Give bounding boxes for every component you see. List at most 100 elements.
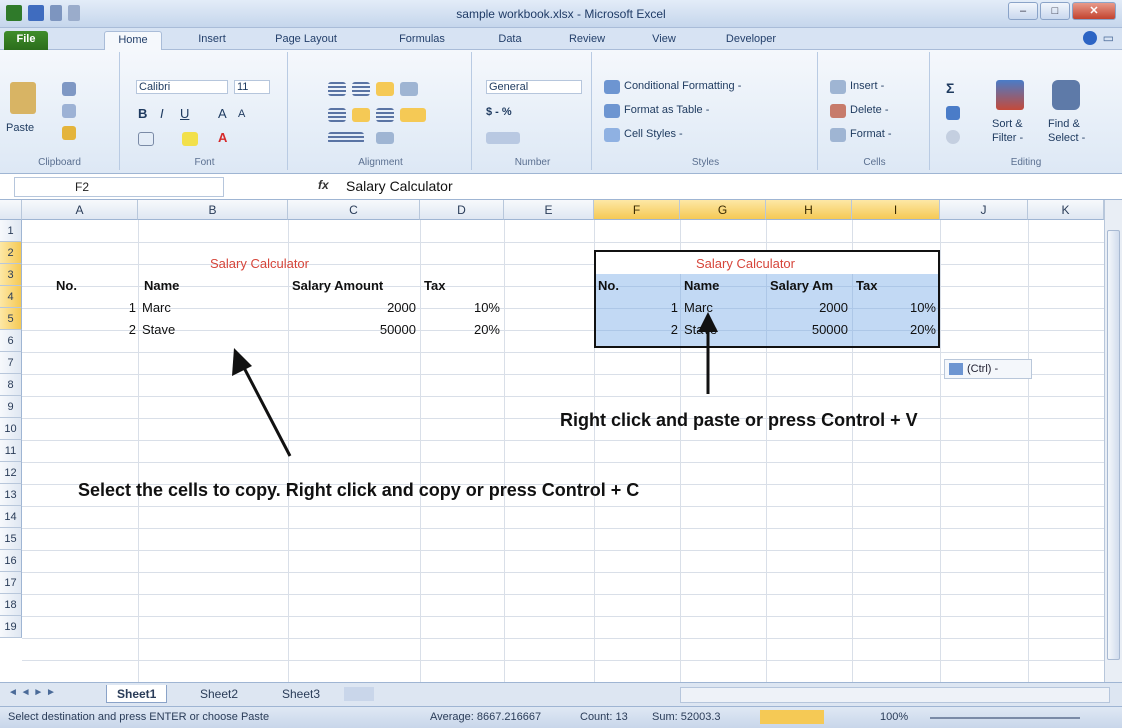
row-header[interactable]: 14 (0, 506, 22, 528)
view-buttons-icon[interactable] (760, 710, 824, 724)
decimal-icon[interactable] (486, 132, 520, 144)
column-header[interactable]: B (138, 200, 288, 220)
vertical-scrollbar[interactable] (1104, 200, 1122, 682)
tab-data[interactable]: Data (492, 31, 528, 50)
sheet-tab[interactable]: Sheet1 (106, 685, 168, 703)
orientation-icon[interactable] (400, 82, 418, 96)
tab-file[interactable]: File (4, 31, 48, 50)
name-box[interactable]: F2 (14, 177, 224, 197)
format-as-table-button[interactable]: Format as Table - (624, 104, 709, 116)
select-all-corner[interactable] (0, 200, 22, 220)
paste-options-button[interactable]: (Ctrl) - (944, 359, 1032, 379)
sheet-tab[interactable]: Sheet3 (272, 685, 330, 703)
insert-button[interactable]: Insert - (850, 80, 884, 92)
row-header[interactable]: 7 (0, 352, 22, 374)
row-header[interactable]: 3 (0, 264, 22, 286)
tab-insert[interactable]: Insert (190, 31, 234, 50)
sheet-tab[interactable]: Sheet2 (190, 685, 248, 703)
column-header[interactable]: C (288, 200, 420, 220)
row-header[interactable]: 6 (0, 330, 22, 352)
tab-view[interactable]: View (644, 31, 684, 50)
column-header[interactable]: I (852, 200, 940, 220)
scroll-thumb[interactable] (1107, 230, 1120, 660)
find-label[interactable]: Find & (1048, 118, 1080, 130)
zoom-slider[interactable] (930, 717, 1080, 719)
binoculars-icon[interactable] (1052, 80, 1080, 110)
row-header[interactable]: 17 (0, 572, 22, 594)
tab-page-layout[interactable]: Page Layout (268, 31, 344, 50)
row-header[interactable]: 5 (0, 308, 22, 330)
clear-icon[interactable] (946, 130, 960, 144)
row-header[interactable]: 8 (0, 374, 22, 396)
italic-icon[interactable]: I (160, 106, 164, 121)
close-icon[interactable]: ✕ (1072, 2, 1116, 20)
wrap-text-icon[interactable] (376, 132, 394, 144)
indent-icon[interactable] (328, 132, 364, 144)
row-header[interactable]: 19 (0, 616, 22, 638)
align-center-icon[interactable] (352, 108, 370, 122)
borders-icon[interactable] (138, 132, 154, 146)
bold-icon[interactable]: B (138, 106, 147, 121)
formula-input[interactable]: Salary Calculator (346, 177, 1116, 197)
font-color-icon[interactable]: A (218, 130, 227, 145)
underline-icon[interactable]: U (180, 106, 189, 121)
grow-font-icon[interactable]: A (218, 106, 227, 121)
format-painter-icon[interactable] (62, 126, 76, 140)
spreadsheet-grid[interactable]: A B C D E F G H I J K 1 2 3 4 5 6 7 8 9 … (0, 200, 1104, 682)
font-name-select[interactable]: Calibri (136, 80, 228, 94)
tab-developer[interactable]: Developer (718, 31, 784, 50)
filter-label[interactable]: Filter - (992, 132, 1023, 144)
paste-button[interactable]: Paste (6, 122, 34, 134)
column-header[interactable]: G (680, 200, 766, 220)
bottom-align-icon[interactable] (376, 82, 394, 96)
font-size-select[interactable]: 11 (234, 80, 270, 94)
sheet-nav-icon[interactable]: ◄ ◄ ► ► (8, 687, 56, 698)
row-header[interactable]: 2 (0, 242, 22, 264)
row-header[interactable]: 16 (0, 550, 22, 572)
row-header[interactable]: 9 (0, 396, 22, 418)
minimize-ribbon-icon[interactable]: ▭ (1103, 31, 1114, 45)
row-header[interactable]: 4 (0, 286, 22, 308)
column-header[interactable]: H (766, 200, 852, 220)
row-header[interactable]: 15 (0, 528, 22, 550)
row-header[interactable]: 13 (0, 484, 22, 506)
paste-icon[interactable] (10, 82, 36, 114)
select-label[interactable]: Select - (1048, 132, 1085, 144)
tab-review[interactable]: Review (562, 31, 612, 50)
tab-formulas[interactable]: Formulas (392, 31, 452, 50)
row-header[interactable]: 18 (0, 594, 22, 616)
zoom-level[interactable]: 100% (880, 711, 908, 723)
shrink-font-icon[interactable]: A (238, 108, 245, 120)
currency-percent-buttons[interactable]: $ - % (486, 106, 512, 118)
merge-center-icon[interactable] (400, 108, 426, 122)
cell-styles-button[interactable]: Cell Styles - (624, 128, 683, 140)
column-header[interactable]: A (22, 200, 138, 220)
row-header[interactable]: 12 (0, 462, 22, 484)
align-left-icon[interactable] (328, 108, 346, 122)
align-right-icon[interactable] (376, 108, 394, 122)
format-button[interactable]: Format - (850, 128, 892, 140)
row-header[interactable]: 10 (0, 418, 22, 440)
copy-icon[interactable] (62, 104, 76, 118)
middle-align-icon[interactable] (352, 82, 370, 96)
minimize-icon[interactable]: – (1008, 2, 1038, 20)
tab-home[interactable]: Home (104, 31, 162, 50)
help-icon[interactable] (1082, 31, 1097, 45)
fill-icon[interactable] (946, 106, 960, 120)
top-align-icon[interactable] (328, 82, 346, 96)
maximize-icon[interactable]: □ (1040, 2, 1070, 20)
conditional-formatting-button[interactable]: Conditional Formatting - (624, 80, 741, 92)
sort-label[interactable]: Sort & (992, 118, 1023, 130)
row-header[interactable]: 11 (0, 440, 22, 462)
autosum-icon[interactable]: Σ (946, 80, 954, 96)
insert-sheet-icon[interactable] (344, 687, 374, 701)
column-header[interactable]: J (940, 200, 1028, 220)
insert-function-icon[interactable]: fx (318, 178, 329, 192)
column-header[interactable]: F (594, 200, 680, 220)
column-header[interactable]: E (504, 200, 594, 220)
number-format-select[interactable]: General (486, 80, 582, 94)
cut-icon[interactable] (62, 82, 76, 96)
column-header[interactable]: K (1028, 200, 1104, 220)
sort-filter-icon[interactable] (996, 80, 1024, 110)
column-header[interactable]: D (420, 200, 504, 220)
